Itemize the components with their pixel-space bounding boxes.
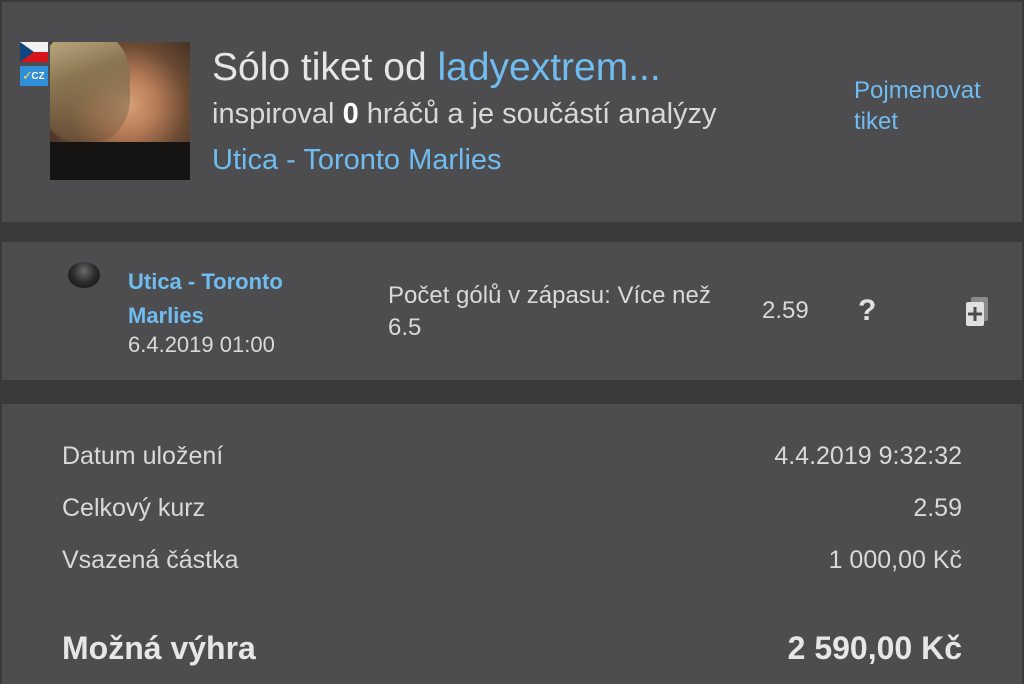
stake-value: 1 000,00 Kč — [828, 546, 962, 574]
add-ticket-icon[interactable] — [964, 296, 990, 328]
username-link[interactable]: ladyextrem... — [437, 46, 660, 89]
user-flags: ✓ CZ — [20, 42, 50, 86]
divider — [0, 380, 1024, 404]
subtitle-prefix: inspiroval — [212, 98, 343, 130]
inspired-count: 0 — [342, 98, 359, 130]
total-odds-label: Celkový kurz — [62, 494, 206, 522]
ticket-subtitle: inspiroval 0 hráčů a je součástí analýzy — [212, 96, 717, 132]
hockey-puck-icon — [68, 262, 100, 288]
avatar[interactable] — [50, 42, 190, 180]
bet-odds: 2.59 — [762, 297, 809, 324]
rename-ticket-link[interactable]: Pojmenovat tiket — [854, 75, 1014, 137]
saved-date-label: Datum uložení — [62, 442, 224, 470]
ticket-title: Sólo tiket od ladyextrem... — [212, 46, 661, 90]
saved-date-value: 4.4.2019 9:32:32 — [774, 442, 962, 470]
potential-win-value: 2 590,00 Kč — [787, 630, 962, 666]
title-prefix: Sólo tiket od — [212, 46, 438, 89]
header-match-link[interactable]: Utica - Toronto Marlies — [212, 142, 502, 178]
stake-label: Vsazená částka — [62, 546, 239, 574]
bet-match-link[interactable]: Utica - Toronto Marlies — [128, 265, 328, 333]
bet-date: 6.4.2019 01:00 — [128, 332, 275, 357]
czech-flag-icon — [20, 42, 48, 62]
help-icon[interactable]: ? — [858, 294, 876, 328]
language-badge-label: CZ — [31, 71, 45, 82]
subtitle-suffix: hráčů a je součástí analýzy — [358, 98, 717, 130]
ticket-summary: Datum uložení 4.4.2019 9:32:32 Celkový k… — [2, 404, 1022, 684]
total-odds-value: 2.59 — [913, 494, 962, 522]
divider — [0, 222, 1024, 242]
language-badge: ✓ CZ — [20, 66, 48, 86]
potential-win-label: Možná výhra — [62, 630, 256, 666]
bet-type: Počet gólů v zápasu: Více než 6.5 — [388, 282, 711, 341]
